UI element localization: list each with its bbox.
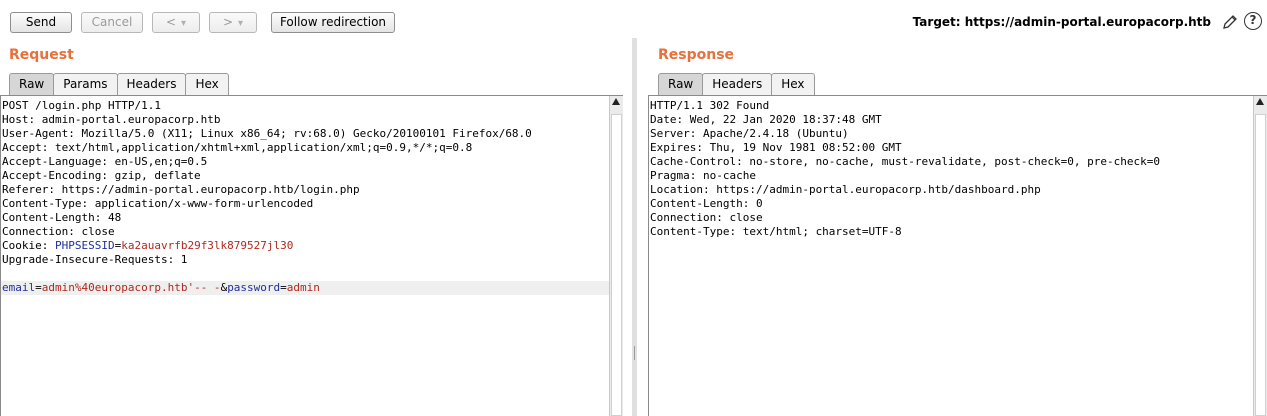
response-scrollbar[interactable]	[1253, 96, 1267, 416]
scroll-up-icon[interactable]	[612, 98, 620, 105]
param-password-name: password	[227, 281, 281, 294]
request-line: Content-Length: 48	[2, 211, 122, 224]
cookie-line: Cookie: PHPSESSID=ka2auavrfb29f3lk879527…	[1, 239, 609, 253]
forward-menu-icon[interactable]: ▾	[238, 18, 243, 29]
tab-request-hex[interactable]: Hex	[185, 73, 229, 95]
request-text[interactable]: POST /login.php HTTP/1.1 Host: admin-por…	[1, 99, 609, 295]
scroll-up-icon[interactable]	[1256, 98, 1264, 105]
tab-request-params[interactable]: Params	[53, 73, 118, 95]
response-line: HTTP/1.1 302 Found	[650, 99, 770, 112]
tab-request-raw[interactable]: Raw	[9, 73, 55, 95]
response-line: Content-Length: 0	[650, 197, 763, 210]
response-line: Connection: close	[650, 211, 763, 224]
target-label: Target: https://admin-portal.europacorp.…	[912, 15, 1211, 29]
request-line: POST /login.php HTTP/1.1	[2, 99, 161, 112]
request-line: User-Agent: Mozilla/5.0 (X11; Linux x86_…	[2, 127, 532, 140]
cookie-prefix: Cookie:	[2, 239, 55, 252]
cookie-value: ka2auavrfb29f3lk879527jl30	[121, 239, 294, 252]
request-scrollbar[interactable]	[609, 96, 623, 416]
request-body-line: email=admin%40europacorp.htb'-- -&passwo…	[1, 281, 609, 295]
response-line: Expires: Thu, 19 Nov 1981 08:52:00 GMT	[650, 141, 902, 154]
back-button[interactable]: < ▾	[152, 12, 200, 33]
response-line: Pragma: no-cache	[650, 169, 756, 182]
request-title: Request	[9, 47, 74, 63]
scroll-thumb[interactable]	[1255, 114, 1266, 416]
pane-splitter[interactable]	[632, 38, 637, 416]
help-icon[interactable]: ?	[1244, 12, 1262, 30]
pencil-icon[interactable]	[1221, 13, 1239, 31]
request-line: Accept-Language: en-US,en;q=0.5	[2, 155, 208, 168]
tab-response-hex[interactable]: Hex	[771, 73, 815, 95]
param-email-value: admin%40europacorp.htb'-- -	[41, 281, 221, 294]
cancel-button[interactable]: Cancel	[81, 12, 143, 33]
response-line: Content-Type: text/html; charset=UTF-8	[650, 225, 902, 238]
request-line: Accept-Encoding: gzip, deflate	[2, 169, 201, 182]
request-line: Upgrade-Insecure-Requests: 1	[2, 253, 188, 266]
tab-response-raw[interactable]: Raw	[658, 73, 704, 95]
response-title: Response	[658, 47, 735, 63]
response-line: Location: https://admin-portal.europacor…	[650, 183, 1041, 196]
param-eq: =	[35, 281, 42, 294]
response-editor[interactable]: HTTP/1.1 302 Found Date: Wed, 22 Jan 202…	[648, 95, 1267, 416]
request-editor[interactable]: POST /login.php HTTP/1.1 Host: admin-por…	[0, 95, 623, 416]
response-text[interactable]: HTTP/1.1 302 Found Date: Wed, 22 Jan 202…	[649, 99, 1253, 239]
request-line: Referer: https://admin-portal.europacorp…	[2, 183, 360, 196]
cookie-name: PHPSESSID	[54, 239, 115, 252]
response-line: Date: Wed, 22 Jan 2020 18:37:48 GMT	[650, 113, 882, 126]
back-menu-icon[interactable]: ▾	[181, 18, 186, 29]
scroll-thumb[interactable]	[611, 114, 622, 416]
param-eq: =	[280, 281, 287, 294]
send-button[interactable]: Send	[10, 12, 72, 33]
splitter-grip-icon[interactable]	[634, 346, 635, 360]
request-tabs: Raw Params Headers Hex	[9, 73, 229, 95]
request-line: Accept: text/html,application/xhtml+xml,…	[2, 141, 473, 154]
response-line: Server: Apache/2.4.18 (Ubuntu)	[650, 127, 849, 140]
tab-request-headers[interactable]: Headers	[116, 73, 187, 95]
forward-button[interactable]: > ▾	[209, 12, 257, 33]
request-line: Host: admin-portal.europacorp.htb	[2, 113, 221, 126]
tab-response-headers[interactable]: Headers	[702, 73, 773, 95]
response-line: Cache-Control: no-store, no-cache, must-…	[650, 155, 1160, 168]
forward-arrow-label: >	[222, 15, 234, 29]
request-line: Content-Type: application/x-www-form-url…	[2, 197, 314, 210]
follow-redirection-button[interactable]: Follow redirection	[271, 12, 395, 33]
param-password-value: admin	[286, 281, 320, 294]
response-tabs: Raw Headers Hex	[658, 73, 815, 95]
back-arrow-label: <	[165, 15, 177, 29]
request-line: Connection: close	[2, 225, 115, 238]
param-email-name: email	[2, 281, 36, 294]
